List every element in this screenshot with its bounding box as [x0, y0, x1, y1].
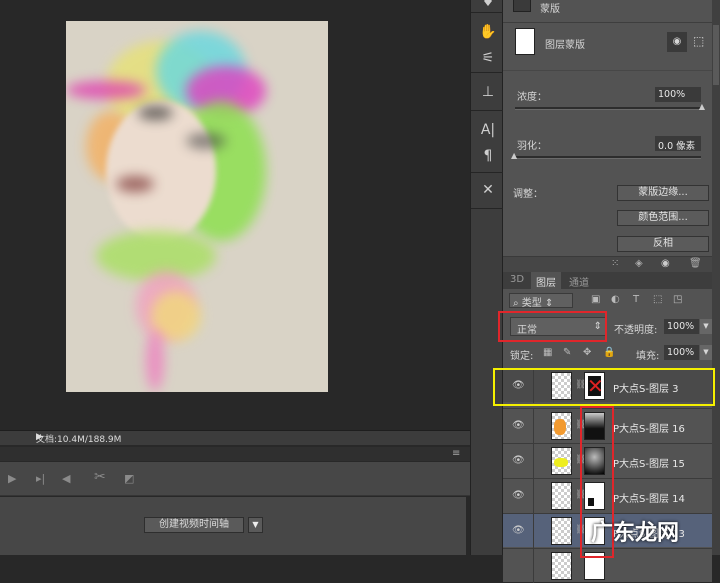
- filter-kind-value: 类型: [522, 298, 542, 309]
- apply-mask-icon[interactable]: ◈: [635, 258, 643, 269]
- tool-strip: ♦ ✋ ⚟ ⊥ A| ¶ ✕: [470, 0, 503, 555]
- eye-icon[interactable]: 👁: [512, 525, 525, 536]
- status-bar: 文档:10.4M/188.9M ▶: [0, 430, 470, 445]
- color-range-button[interactable]: 颜色范围...: [617, 210, 709, 226]
- feather-input[interactable]: 0.0 像素: [655, 136, 701, 151]
- feather-slider[interactable]: ▲: [515, 156, 701, 159]
- watermark: 广东龙网: [591, 515, 679, 547]
- annotation-red-box-blend: [498, 311, 607, 342]
- tab-layers[interactable]: 图层: [531, 272, 561, 291]
- timeline-panel: 创建视频时间轴 ▼: [0, 497, 466, 555]
- scissors-icon[interactable]: ✂: [94, 469, 106, 485]
- lock-pixels-icon[interactable]: ✎: [563, 347, 571, 358]
- audio-icon[interactable]: ◀: [62, 472, 70, 485]
- filter-adjustment-icon[interactable]: ◐: [611, 294, 620, 305]
- play-icon[interactable]: ▶: [8, 472, 16, 485]
- density-label: 浓度：: [517, 88, 547, 103]
- layers-panel: 3D 图层 通道 ⌕ 类型 ⇕ ▣ ◐ T ⬚ ◳ 正常⇕ 不透明度: 100%…: [503, 272, 712, 555]
- panel-menu-icon[interactable]: ≡: [452, 448, 460, 459]
- layer-thumbnail: [551, 482, 572, 510]
- eye-icon[interactable]: 👁: [512, 455, 525, 466]
- panel-scrollbar[interactable]: [712, 0, 720, 555]
- opacity-dropdown[interactable]: ▼: [700, 319, 712, 334]
- eye-icon[interactable]: 👁: [512, 490, 525, 501]
- invert-button[interactable]: 反相: [617, 236, 709, 252]
- properties-header: 蒙版: [540, 0, 560, 15]
- density-input[interactable]: 100%: [655, 87, 701, 102]
- transition-icon[interactable]: ◩: [124, 472, 134, 485]
- next-frame-icon[interactable]: ▸|: [36, 472, 45, 485]
- lock-all-icon[interactable]: 🔒: [603, 347, 615, 358]
- density-slider[interactable]: ▲: [515, 107, 701, 110]
- brush-icon[interactable]: ✋: [479, 24, 497, 40]
- filter-pixel-icon[interactable]: ▣: [591, 294, 600, 305]
- eye-icon[interactable]: 👁: [512, 420, 525, 431]
- timeline-type-dropdown[interactable]: ▼: [248, 517, 263, 533]
- clone-source-icon[interactable]: ⚟: [479, 50, 497, 66]
- pixel-mask-icon[interactable]: ◉: [667, 32, 687, 52]
- load-selection-icon[interactable]: ⁙: [611, 258, 619, 269]
- timeline-toolbar: ▶ ▸| ◀ ✂ ◩: [0, 462, 470, 496]
- timeline-header: ≡: [0, 447, 470, 461]
- lock-position-icon[interactable]: ✥: [583, 347, 591, 358]
- mask-title: 图层蒙版: [545, 36, 585, 51]
- opacity-label: 不透明度:: [614, 321, 657, 336]
- paragraph-icon[interactable]: ¶: [479, 148, 497, 164]
- layer-thumbnail: [551, 517, 572, 545]
- layer-thumbnail: [551, 552, 572, 580]
- properties-panel: 蒙版 图层蒙版 ◉ ⬚ 浓度： 100% ▲ 羽化： 0.0 像素 ▲ 调整： …: [503, 0, 712, 272]
- fill-input[interactable]: 100%: [664, 345, 699, 360]
- lock-transparent-icon[interactable]: ▦: [543, 347, 552, 358]
- tab-channels[interactable]: 通道: [569, 274, 589, 289]
- mask-thumbnail: [515, 28, 535, 55]
- document-canvas-area[interactable]: [0, 0, 470, 430]
- filter-shape-icon[interactable]: ⬚: [653, 294, 662, 305]
- lock-label: 锁定:: [510, 347, 533, 362]
- layer-name[interactable]: P大点S-图层 15: [613, 455, 685, 470]
- stamp-icon[interactable]: ⊥: [479, 84, 497, 100]
- properties-footer: ⁙ ◈ ◉ 🗑: [503, 256, 712, 272]
- brush-preset-icon[interactable]: ♦: [479, 0, 497, 10]
- feather-label: 羽化：: [517, 137, 547, 152]
- mask-icon: [513, 0, 531, 12]
- tools-icon[interactable]: ✕: [479, 182, 497, 198]
- mask-edge-button[interactable]: 蒙版边缘...: [617, 185, 709, 201]
- opacity-input[interactable]: 100%: [664, 319, 699, 334]
- vector-mask-icon[interactable]: ⬚: [693, 34, 704, 48]
- filter-type-icon[interactable]: T: [633, 294, 639, 305]
- status-menu-arrow-icon[interactable]: ▶: [36, 432, 43, 442]
- doc-size: 文档:10.4M/188.9M: [36, 432, 121, 445]
- tab-3d[interactable]: 3D: [510, 274, 524, 285]
- filter-smart-icon[interactable]: ◳: [673, 294, 682, 305]
- fill-label: 填充:: [636, 347, 659, 362]
- create-video-timeline-button[interactable]: 创建视频时间轴: [144, 517, 244, 533]
- filter-kind-select[interactable]: ⌕ 类型 ⇕: [509, 293, 573, 308]
- delete-mask-icon[interactable]: 🗑: [689, 258, 702, 269]
- character-icon[interactable]: A|: [479, 122, 497, 138]
- fill-dropdown[interactable]: ▼: [700, 345, 712, 360]
- adjust-label: 调整：: [513, 185, 543, 200]
- visibility-toggle-icon[interactable]: ◉: [661, 258, 670, 269]
- layer-thumbnail: [551, 412, 572, 440]
- layer-thumbnail: [551, 447, 572, 475]
- layer-name[interactable]: P大点S-图层 14: [613, 490, 685, 505]
- artwork-image: [66, 21, 328, 392]
- layer-name[interactable]: P大点S-图层 16: [613, 420, 685, 435]
- annotation-yellow-box: [493, 368, 715, 406]
